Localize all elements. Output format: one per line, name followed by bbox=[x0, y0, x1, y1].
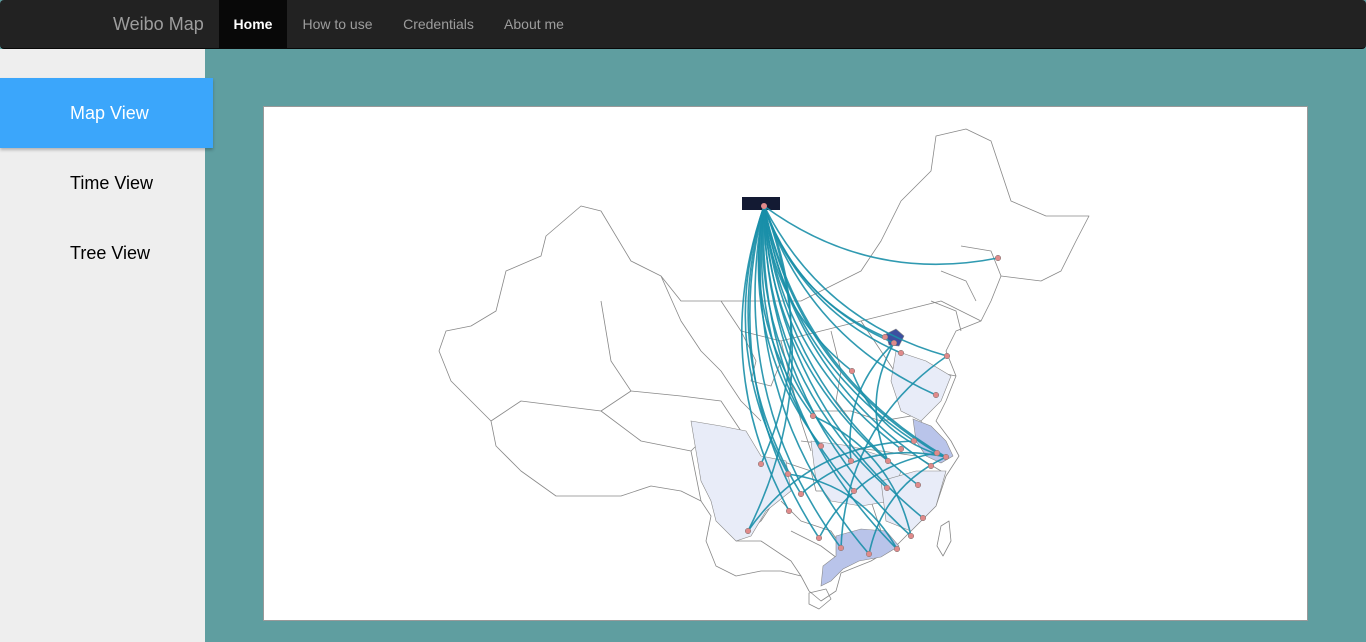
city-node[interactable] bbox=[932, 391, 940, 399]
taiwan-outline bbox=[936, 520, 952, 557]
city-node[interactable] bbox=[943, 352, 951, 360]
border-xinjiang bbox=[490, 300, 632, 422]
origin-node[interactable] bbox=[761, 203, 767, 209]
border-guizhou bbox=[780, 500, 842, 547]
city-node[interactable] bbox=[847, 457, 855, 465]
origin-marker bbox=[742, 197, 780, 210]
city-node[interactable] bbox=[907, 532, 915, 540]
top-navbar: Weibo Map Home How to use Credentials Ab… bbox=[0, 0, 1366, 49]
nav-home[interactable]: Home bbox=[219, 0, 287, 48]
nav-credentials[interactable]: Credentials bbox=[388, 0, 489, 48]
city-node[interactable] bbox=[785, 507, 793, 515]
flow-arc bbox=[763, 205, 999, 266]
city-node[interactable] bbox=[817, 442, 825, 450]
region-sichuan-light bbox=[690, 420, 792, 542]
sidebar-item-time-view[interactable]: Time View bbox=[0, 148, 213, 218]
city-node[interactable] bbox=[890, 339, 898, 347]
city-node[interactable] bbox=[809, 412, 817, 420]
city-node[interactable] bbox=[994, 254, 1002, 262]
city-node[interactable] bbox=[910, 437, 918, 445]
city-node[interactable] bbox=[914, 481, 922, 489]
city-node[interactable] bbox=[848, 367, 856, 375]
city-node[interactable] bbox=[815, 534, 823, 542]
city-node[interactable] bbox=[883, 484, 891, 492]
city-node[interactable] bbox=[784, 470, 792, 478]
city-node[interactable] bbox=[757, 460, 765, 468]
border-inner-mongolia bbox=[720, 300, 982, 342]
hainan-outline bbox=[808, 588, 832, 610]
border-guangxi bbox=[790, 530, 842, 562]
city-node[interactable] bbox=[927, 462, 935, 470]
nav-how-to-use[interactable]: How to use bbox=[287, 0, 388, 48]
border-henan bbox=[811, 410, 912, 422]
map-panel[interactable] bbox=[263, 106, 1308, 621]
border-jilin bbox=[940, 270, 977, 302]
city-node[interactable] bbox=[865, 550, 873, 558]
city-node[interactable] bbox=[881, 333, 889, 341]
city-node[interactable] bbox=[897, 445, 905, 453]
sidebar-item-map-view[interactable]: Map View bbox=[0, 78, 213, 148]
city-node[interactable] bbox=[942, 453, 950, 461]
city-node[interactable] bbox=[893, 545, 901, 553]
border-tibet bbox=[600, 410, 702, 502]
city-node[interactable] bbox=[797, 490, 805, 498]
border-liaoning bbox=[930, 300, 962, 332]
sidebar-item-tree-view[interactable]: Tree View bbox=[0, 218, 213, 288]
city-node[interactable] bbox=[933, 449, 941, 457]
city-node[interactable] bbox=[884, 457, 892, 465]
flow-arc bbox=[763, 205, 932, 467]
region-east-light bbox=[890, 350, 952, 422]
city-node[interactable] bbox=[744, 527, 752, 535]
city-node[interactable] bbox=[897, 349, 905, 357]
city-node[interactable] bbox=[837, 544, 845, 552]
china-flow-map[interactable] bbox=[264, 107, 1307, 620]
city-node[interactable] bbox=[919, 514, 927, 522]
brand-logo[interactable]: Weibo Map bbox=[113, 0, 204, 49]
nav-about-me[interactable]: About me bbox=[489, 0, 579, 48]
city-node[interactable] bbox=[850, 487, 858, 495]
